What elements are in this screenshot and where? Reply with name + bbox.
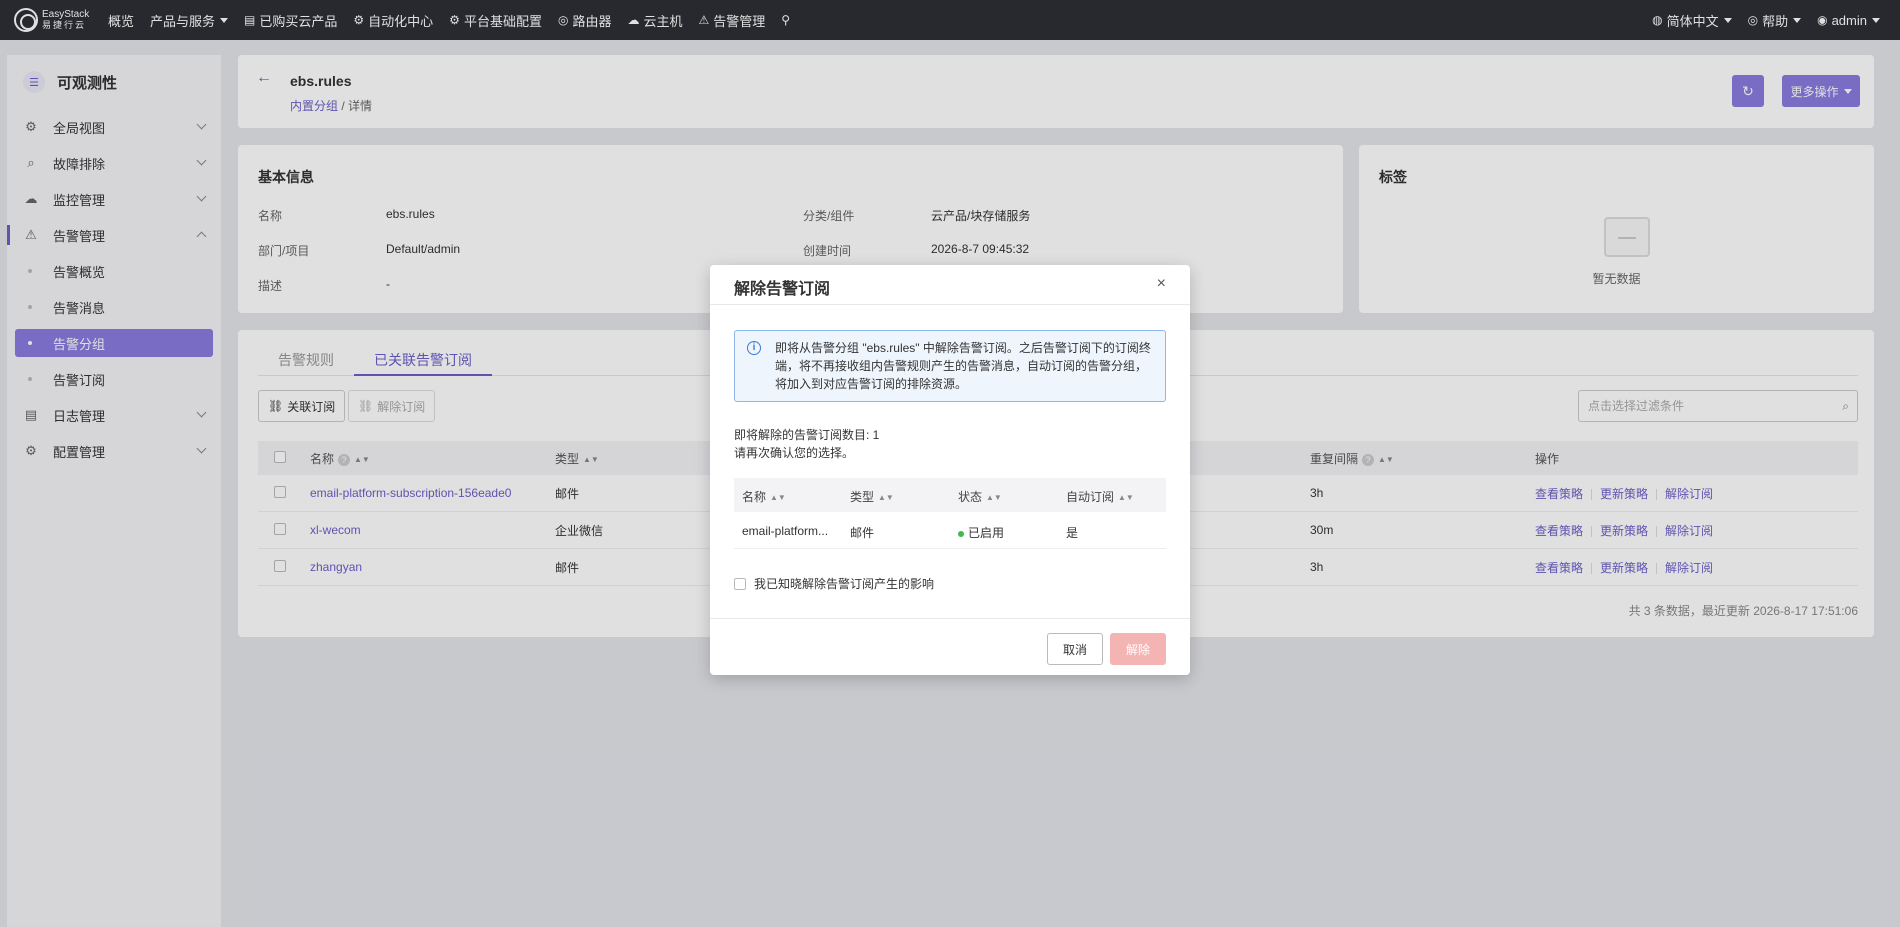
info-icon: i bbox=[747, 341, 761, 355]
modal-table-row: email-platform... 邮件 已启用 是 bbox=[734, 512, 1166, 549]
ack-checkbox-row[interactable]: 我已知晓解除告警订阅产生的影响 bbox=[734, 575, 934, 592]
sort-icon[interactable]: ▲▼ bbox=[770, 493, 786, 502]
modal-row-status: 已启用 bbox=[968, 526, 1005, 540]
remove-button[interactable]: 解除 bbox=[1110, 633, 1166, 665]
ack-checkbox[interactable] bbox=[734, 577, 746, 590]
count-text: 即将解除的告警订阅数目: 1 bbox=[734, 428, 880, 442]
modal-row-type: 邮件 bbox=[850, 526, 875, 540]
modal-table-header: 名称 ▲▼ 类型 ▲▼ 状态 ▲▼ 自动订阅 ▲▼ bbox=[734, 478, 1166, 512]
modal-row-auto: 是 bbox=[1066, 526, 1079, 540]
status-dot-icon bbox=[958, 530, 964, 537]
close-icon[interactable]: × bbox=[1157, 275, 1166, 293]
confirm-text: 请再次确认您的选择。 bbox=[734, 446, 855, 460]
alert-text: 即将从告警分组 "ebs.rules" 中解除告警订阅。之后告警订阅下的订阅终端… bbox=[775, 341, 1151, 391]
ack-label: 我已知晓解除告警订阅产生的影响 bbox=[754, 577, 935, 591]
info-alert: i 即将从告警分组 "ebs.rules" 中解除告警订阅。之后告警订阅下的订阅… bbox=[734, 330, 1166, 402]
unsubscribe-modal: 解除告警订阅 × i 即将从告警分组 "ebs.rules" 中解除告警订阅。之… bbox=[710, 265, 1190, 675]
sort-icon[interactable]: ▲▼ bbox=[986, 493, 1002, 502]
sort-icon[interactable]: ▲▼ bbox=[1118, 493, 1134, 502]
sort-icon[interactable]: ▲▼ bbox=[878, 493, 894, 502]
modal-row-name: email-platform... bbox=[742, 524, 829, 538]
modal-title: 解除告警订阅 bbox=[734, 281, 831, 298]
cancel-button[interactable]: 取消 bbox=[1047, 633, 1103, 665]
modal-table: 名称 ▲▼ 类型 ▲▼ 状态 ▲▼ 自动订阅 ▲▼ email-platform... … bbox=[734, 478, 1166, 549]
